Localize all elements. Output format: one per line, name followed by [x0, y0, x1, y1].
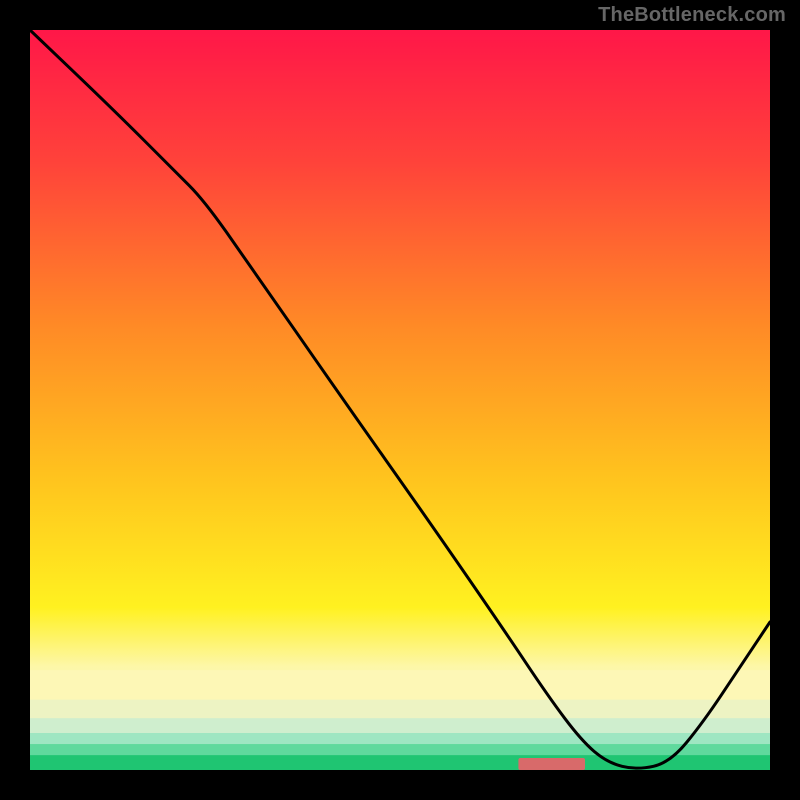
gradient-band — [30, 755, 770, 770]
gradient-band — [30, 744, 770, 755]
gradient-band — [30, 733, 770, 744]
plot-area — [30, 30, 770, 770]
gradient-band — [30, 670, 770, 700]
chart-container: TheBottleneck.com — [0, 0, 800, 800]
optimal-range-marker — [518, 758, 585, 770]
gradient-band — [30, 718, 770, 733]
chart-svg — [30, 30, 770, 770]
watermark-text: TheBottleneck.com — [598, 4, 786, 27]
gradient-band — [30, 700, 770, 719]
gradient-background — [30, 30, 770, 770]
